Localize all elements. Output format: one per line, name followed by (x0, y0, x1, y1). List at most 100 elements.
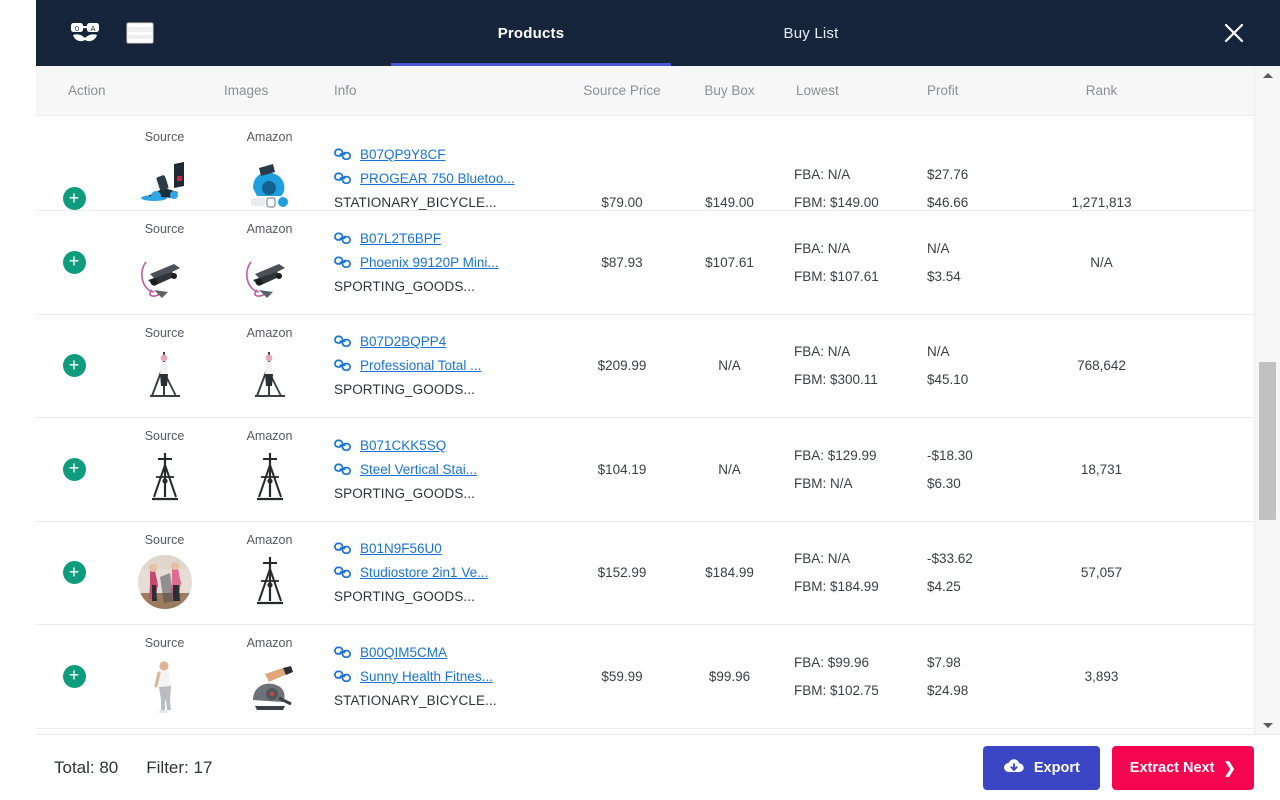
lowest-cell: FBA: N/AFBM: $184.99 (782, 551, 917, 594)
scrollbar-track[interactable] (1255, 84, 1280, 716)
lowest-fba: FBA: $99.96 (794, 655, 917, 670)
amazon-image-caption: Amazon (247, 429, 293, 443)
row-action-cell: + (36, 354, 112, 377)
title-line: Phoenix 99120P Mini... (334, 255, 567, 270)
amazon-image-group: Amazon (217, 130, 322, 210)
column-header-images: Images (112, 83, 322, 98)
lowest-fba: FBA: N/A (794, 551, 917, 566)
asin-link[interactable]: B00QIM5CMA (360, 645, 447, 660)
source-image-group: Source (112, 222, 217, 302)
link-icon (334, 670, 351, 683)
source-image-group: Source (112, 130, 217, 210)
amazon-product-thumbnail[interactable] (239, 344, 301, 406)
lowest-fbm: FBM: N/A (794, 476, 917, 491)
profit-secondary: $45.10 (927, 372, 1029, 387)
buy-box-cell: $149.00 (677, 195, 782, 210)
title-line: Studiostore 2in1 Ve... (334, 565, 567, 580)
add-to-buy-list-button[interactable]: + (63, 665, 86, 688)
column-header-profit: Profit (917, 83, 1029, 98)
source-product-thumbnail[interactable] (134, 551, 196, 613)
row-action-cell: + (36, 665, 112, 688)
asin-link[interactable]: B01N9F56U0 (360, 541, 442, 556)
products-table: Action Images Info Source Price Buy Box … (36, 66, 1280, 734)
add-to-buy-list-button[interactable]: + (63, 187, 86, 210)
row-action-cell: + (36, 561, 112, 584)
product-title-link[interactable]: Sunny Health Fitnes... (360, 669, 493, 684)
link-icon (334, 232, 351, 245)
amazon-image-group: Amazon (217, 533, 322, 613)
link-icon (334, 359, 351, 372)
asin-line: B00QIM5CMA (334, 645, 567, 660)
asin-link[interactable]: B07L2T6BPF (360, 231, 441, 246)
scrollbar-thumb[interactable] (1259, 362, 1276, 520)
total-count-label: Total: 80 (54, 758, 118, 778)
amazon-product-thumbnail[interactable] (239, 240, 301, 302)
lowest-cell: FBA: $99.96 FBM: $102.75 (782, 655, 917, 698)
amazon-product-thumbnail[interactable] (239, 148, 301, 210)
asin-link[interactable]: B07QP9Y8CF (360, 147, 446, 162)
source-image-caption: Source (145, 636, 185, 650)
row-images-cell: Source Amazon (112, 429, 322, 509)
source-image-caption: Source (145, 222, 185, 236)
profit-cell: N/A$45.10 (917, 344, 1029, 387)
source-product-thumbnail[interactable] (134, 148, 196, 210)
amazon-product-thumbnail[interactable] (239, 654, 301, 716)
profit-primary: $7.98 (927, 655, 1029, 670)
product-title-link[interactable]: Steel Vertical Stai... (360, 462, 477, 477)
link-icon (334, 542, 351, 555)
vertical-scrollbar[interactable] (1254, 66, 1280, 734)
amazon-product-thumbnail[interactable] (239, 447, 301, 509)
amazon-image-caption: Amazon (247, 326, 293, 340)
product-title-link[interactable]: Professional Total ... (360, 358, 481, 373)
profit-cell: -$18.30$6.30 (917, 448, 1029, 491)
amazon-image-caption: Amazon (247, 222, 293, 236)
table-row: + Source Amazon B071CKK5SQ Steel Vertical St… (36, 418, 1254, 522)
profit-cell: -$33.62$4.25 (917, 551, 1029, 594)
profit-secondary: $24.98 (927, 683, 1029, 698)
export-button[interactable]: Export (983, 746, 1100, 790)
row-info-cell: B00QIM5CMASunny Health Fitnes...STATIONA… (322, 645, 567, 708)
product-title-link[interactable]: Phoenix 99120P Mini... (360, 255, 499, 270)
source-image-caption: Source (145, 429, 185, 443)
tab-products[interactable]: Products (391, 0, 671, 66)
source-product-thumbnail[interactable] (134, 240, 196, 302)
link-icon (334, 566, 351, 579)
asin-link[interactable]: B071CKK5SQ (360, 438, 446, 453)
product-title-link[interactable]: PROGEAR 750 Bluetoo... (360, 171, 515, 186)
column-header-rank: Rank (1029, 83, 1174, 98)
row-images-cell: Source Amazon (112, 222, 322, 302)
add-to-buy-list-button[interactable]: + (63, 458, 86, 481)
asin-line: B07L2T6BPF (334, 231, 567, 246)
close-icon[interactable] (1188, 0, 1280, 66)
extension-panel: 0 A Products Buy List Action Ima (36, 0, 1280, 800)
table-row: +SourceAmazonB07D2BQPP4Professional Tota… (36, 315, 1254, 419)
product-title-link[interactable]: Studiostore 2in1 Ve... (360, 565, 488, 580)
lowest-fbm: FBM: $102.75 (794, 683, 917, 698)
product-category: SPORTING_GOODS... (334, 382, 567, 397)
extract-next-button[interactable]: Extract Next ❯ (1112, 746, 1254, 790)
plus-icon: + (69, 459, 80, 477)
profit-secondary: $4.25 (927, 579, 1029, 594)
amazon-image-caption: Amazon (247, 533, 293, 547)
title-line: Professional Total ... (334, 358, 567, 373)
asin-link[interactable]: B07D2BQPP4 (360, 334, 446, 349)
hamburger-bar (128, 39, 152, 42)
hamburger-menu-icon[interactable] (126, 22, 154, 44)
row-images-cell: SourceAmazon (112, 533, 322, 613)
add-to-buy-list-button[interactable]: + (63, 354, 86, 377)
add-to-buy-list-button[interactable]: + (63, 561, 86, 584)
tab-buy-list[interactable]: Buy List (671, 0, 951, 66)
source-price-cell: $59.99 (567, 669, 677, 684)
add-to-buy-list-button[interactable]: + (63, 251, 86, 274)
triangle-up-icon[interactable] (1263, 66, 1273, 84)
plus-icon: + (69, 563, 80, 581)
extract-next-button-label: Extract Next (1130, 760, 1215, 776)
triangle-down-icon[interactable] (1263, 716, 1273, 734)
app-header: 0 A Products Buy List (36, 0, 1280, 66)
hamburger-bar (128, 24, 152, 27)
source-product-thumbnail[interactable] (134, 447, 196, 509)
source-product-thumbnail[interactable] (134, 344, 196, 406)
source-product-thumbnail[interactable] (134, 654, 196, 716)
amazon-product-thumbnail[interactable] (239, 551, 301, 613)
row-images-cell: SourceAmazon (112, 636, 322, 716)
